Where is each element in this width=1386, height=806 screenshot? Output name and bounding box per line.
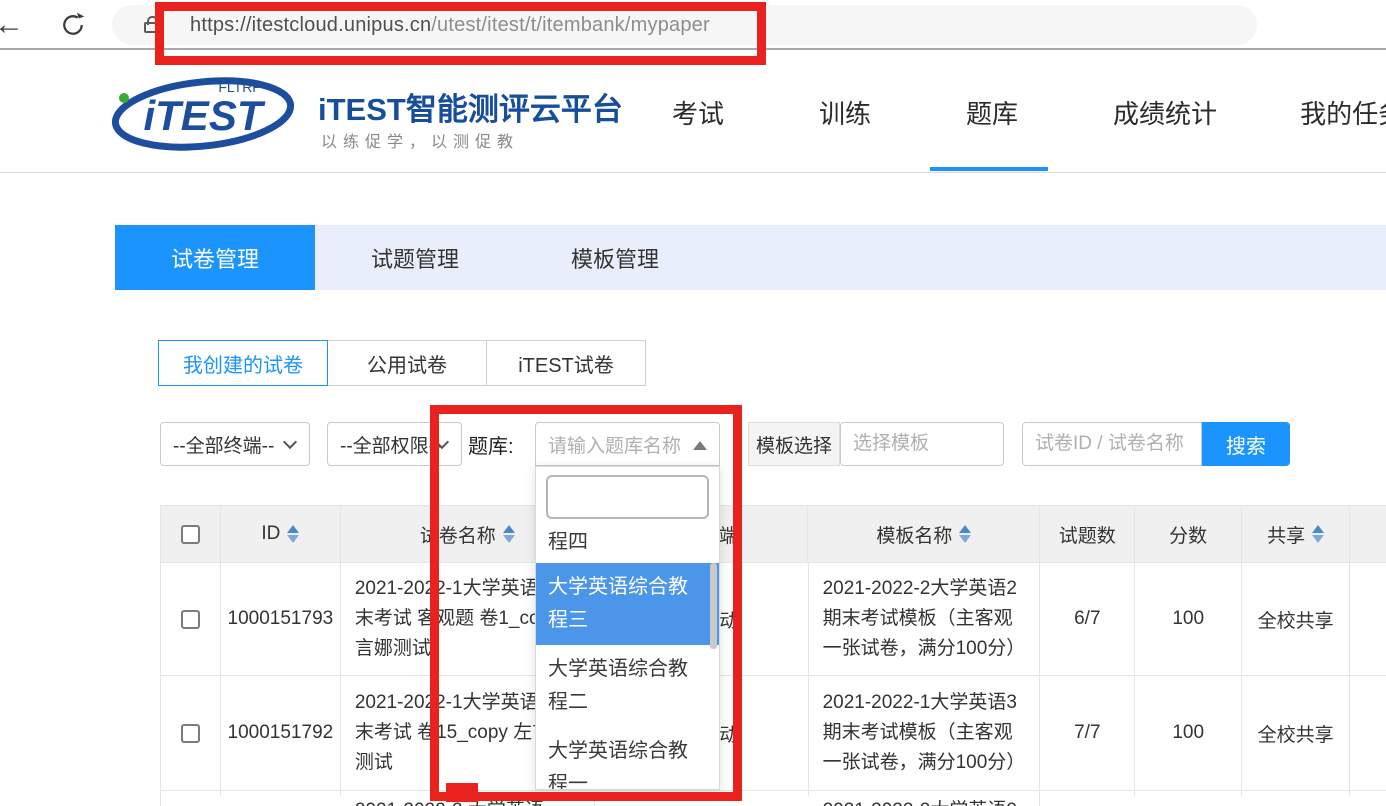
annotation-box-url (155, 2, 766, 65)
search-button[interactable]: 搜索 (1202, 422, 1290, 466)
header-extra (1350, 506, 1386, 562)
template-name: 2021-2022-2大学英语2期末考试模板（主客观一张试卷，满分100分） (823, 574, 1026, 664)
header-template-name: 模板名称 (876, 521, 952, 548)
main-nav: 考试 训练 题库 成绩统计 我的任务 (672, 94, 1386, 131)
chevron-down-icon (283, 435, 297, 449)
table-row: 1000151793 2021-2022-1大学英语2 期末考试 客观题 卷1_… (161, 563, 1386, 676)
template-select-label: 模板选择 (748, 422, 840, 466)
back-icon[interactable]: ← (0, 8, 24, 42)
page: ← https://itestcloud.unipus.cn/utest/ite… (0, 0, 1386, 806)
tab-template-management[interactable]: 模板管理 (515, 225, 715, 290)
paper-search-input[interactable] (1022, 422, 1202, 466)
row-extra (1350, 563, 1386, 675)
template-name: 2021-2022-1大学英语3期末考试模板（主客观一张试卷，满分100分） (823, 688, 1026, 778)
permission-select-value: --全部权限-- (340, 431, 441, 458)
brand-title: iTEST智能测评云平台 (318, 84, 623, 129)
sub-tabs: 我创建的试卷 公用试卷 iTEST试卷 (158, 340, 646, 386)
table-header-row: ID 试卷名称 终端 模板名称 试题数 分数 共享 (161, 506, 1386, 563)
paper-score: 100 (1172, 608, 1204, 630)
terminal-select[interactable]: --全部终端-- (160, 422, 310, 466)
annotation-red-block (446, 783, 478, 802)
sort-icon[interactable] (287, 525, 299, 543)
subtab-my-papers[interactable]: 我创建的试卷 (158, 340, 328, 386)
row-checkbox[interactable] (181, 610, 200, 629)
nav-item-exam[interactable]: 考试 (672, 94, 724, 131)
subtab-itest-papers[interactable]: iTEST试卷 (487, 340, 646, 386)
svg-text:FLTRP: FLTRP (218, 79, 261, 95)
template-input[interactable] (840, 422, 1004, 466)
tab-paper-management[interactable]: 试卷管理 (115, 225, 315, 290)
site-header: iTEST FLTRP iTEST智能测评云平台 以练促学，以测促教 考试 训练… (0, 50, 1386, 173)
select-all-checkbox[interactable] (181, 525, 200, 544)
tab-question-management[interactable]: 试题管理 (315, 225, 515, 290)
share-scope: 全校共享 (1258, 720, 1334, 747)
annotation-box-dropdown (430, 405, 742, 801)
table-row: 2021-2022-2 大学英语 2021-2022-2大学英语2期末考试模板（… (161, 791, 1386, 806)
share-scope: 全校共享 (1258, 606, 1334, 633)
question-count: 7/7 (1074, 722, 1100, 744)
sort-icon[interactable] (959, 525, 971, 543)
svg-text:iTEST: iTEST (143, 92, 265, 139)
paper-score: 100 (1172, 722, 1204, 744)
header-score: 分数 (1169, 521, 1207, 548)
tab-strip: 试卷管理 试题管理 模板管理 (115, 225, 1386, 290)
template-name: 2021-2022-2大学英语2期末考试模板（主客观一张试卷，满分100分） (823, 796, 1026, 806)
nav-item-statistics[interactable]: 成绩统计 (1113, 94, 1217, 131)
header-share: 共享 (1267, 521, 1305, 548)
nav-item-mytasks[interactable]: 我的任务 (1300, 94, 1386, 131)
brand-tagline: 以练促学，以测促教 (321, 128, 519, 152)
row-extra (1350, 676, 1386, 790)
row-checkbox[interactable] (181, 724, 200, 743)
nav-item-training[interactable]: 训练 (819, 94, 871, 131)
terminal-select-value: --全部终端-- (173, 431, 274, 458)
nav-item-itembank[interactable]: 题库 (966, 94, 1018, 131)
header-question-count: 试题数 (1059, 521, 1116, 548)
subtab-public-papers[interactable]: 公用试卷 (328, 340, 487, 386)
paper-id: 1000151793 (227, 605, 333, 633)
papers-table: ID 试卷名称 终端 模板名称 试题数 分数 共享 1000151793 202… (160, 505, 1386, 806)
question-count: 6/7 (1074, 608, 1100, 630)
sort-icon[interactable] (1312, 525, 1324, 543)
nav-active-underline (930, 167, 1048, 171)
refresh-icon[interactable] (58, 10, 88, 45)
table-row: 1000151792 2021-2022-1大学英语3 期末考试 卷15_cop… (161, 676, 1386, 791)
itest-logo: iTEST FLTRP (110, 70, 310, 154)
header-id: ID (261, 523, 280, 545)
paper-id: 1000151792 (227, 719, 333, 747)
